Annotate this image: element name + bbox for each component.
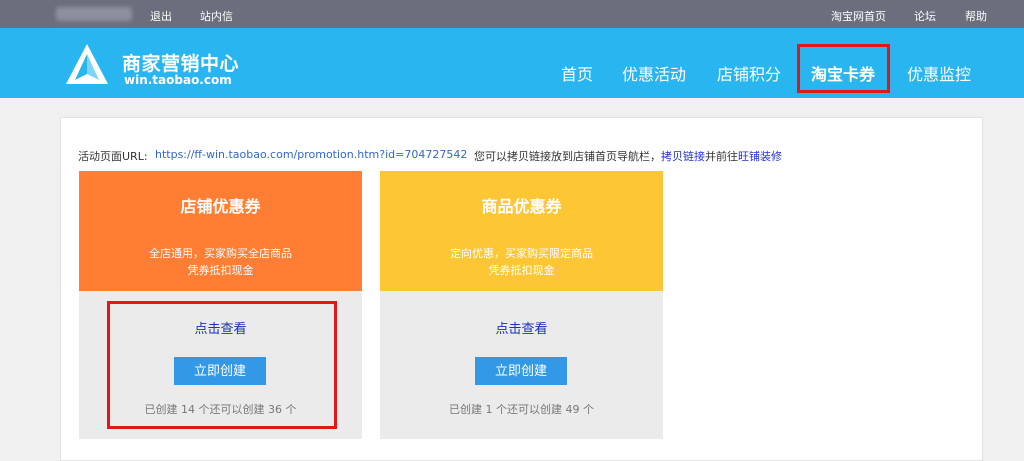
- nav-store-points[interactable]: 店铺积分: [717, 61, 781, 85]
- brand-url: win.taobao.com: [124, 73, 232, 87]
- store-coupon-title: 店铺优惠券: [180, 197, 261, 216]
- inbox-link[interactable]: 站内信: [200, 8, 233, 24]
- url-tip: 您可以拷贝链接放到店铺首页导航栏，拷贝链接并前往旺铺装修: [474, 148, 782, 164]
- store-coupon-desc-2: 凭券抵扣现金: [187, 264, 254, 277]
- help-link[interactable]: 帮助: [965, 8, 987, 24]
- store-coupon-header: 店铺优惠券 全店通用，买家购买全店商品 凭券抵扣现金: [79, 171, 362, 291]
- url-tip-prefix: 您可以拷贝链接放到店铺首页导航栏，: [474, 150, 661, 163]
- wangpu-decor-link[interactable]: 旺铺装修: [738, 150, 782, 163]
- product-coupon-desc-2: 凭券抵扣现金: [488, 264, 555, 277]
- taobao-home-link[interactable]: 淘宝网首页: [831, 8, 886, 24]
- forum-link[interactable]: 论坛: [914, 8, 936, 24]
- product-coupon-create-button[interactable]: 立即创建: [475, 357, 567, 385]
- product-coupon-header: 商品优惠券 定向优惠，买家购买限定商品 凭券抵扣现金: [380, 171, 663, 291]
- username-blurred: [56, 7, 132, 21]
- nav-home[interactable]: 首页: [561, 61, 593, 85]
- store-coupon-desc-1: 全店通用，买家购买全店商品: [149, 247, 292, 260]
- card-highlight-box: [107, 301, 337, 429]
- url-tip-mid: 并前往: [705, 150, 738, 163]
- top-bar: 退出 站内信 淘宝网首页 论坛 帮助: [0, 0, 1024, 28]
- nav-promo-monitor[interactable]: 优惠监控: [907, 61, 971, 85]
- product-coupon-card: 商品优惠券 定向优惠，买家购买限定商品 凭券抵扣现金 点击查看 立即创建 已创建…: [380, 171, 663, 439]
- product-coupon-body: 点击查看 立即创建 已创建 1 个还可以创建 49 个: [380, 291, 663, 439]
- product-coupon-view-link[interactable]: 点击查看: [380, 318, 663, 337]
- product-coupon-count: 已创建 1 个还可以创建 49 个: [449, 403, 594, 416]
- logout-link[interactable]: 退出: [150, 8, 172, 24]
- nav-promotions[interactable]: 优惠活动: [622, 61, 686, 85]
- product-coupon-title: 商品优惠券: [481, 197, 562, 216]
- brand-logo-icon[interactable]: [64, 42, 110, 86]
- promotion-url[interactable]: https://ff-win.taobao.com/promotion.htm?…: [155, 148, 467, 161]
- nav-highlight-box: [797, 44, 890, 93]
- url-label: 活动页面URL:: [78, 150, 148, 163]
- product-coupon-desc-1: 定向优惠，买家购买限定商品: [450, 247, 593, 260]
- copy-link[interactable]: 拷贝链接: [661, 150, 705, 163]
- brand-title: 商家营销中心: [122, 53, 240, 75]
